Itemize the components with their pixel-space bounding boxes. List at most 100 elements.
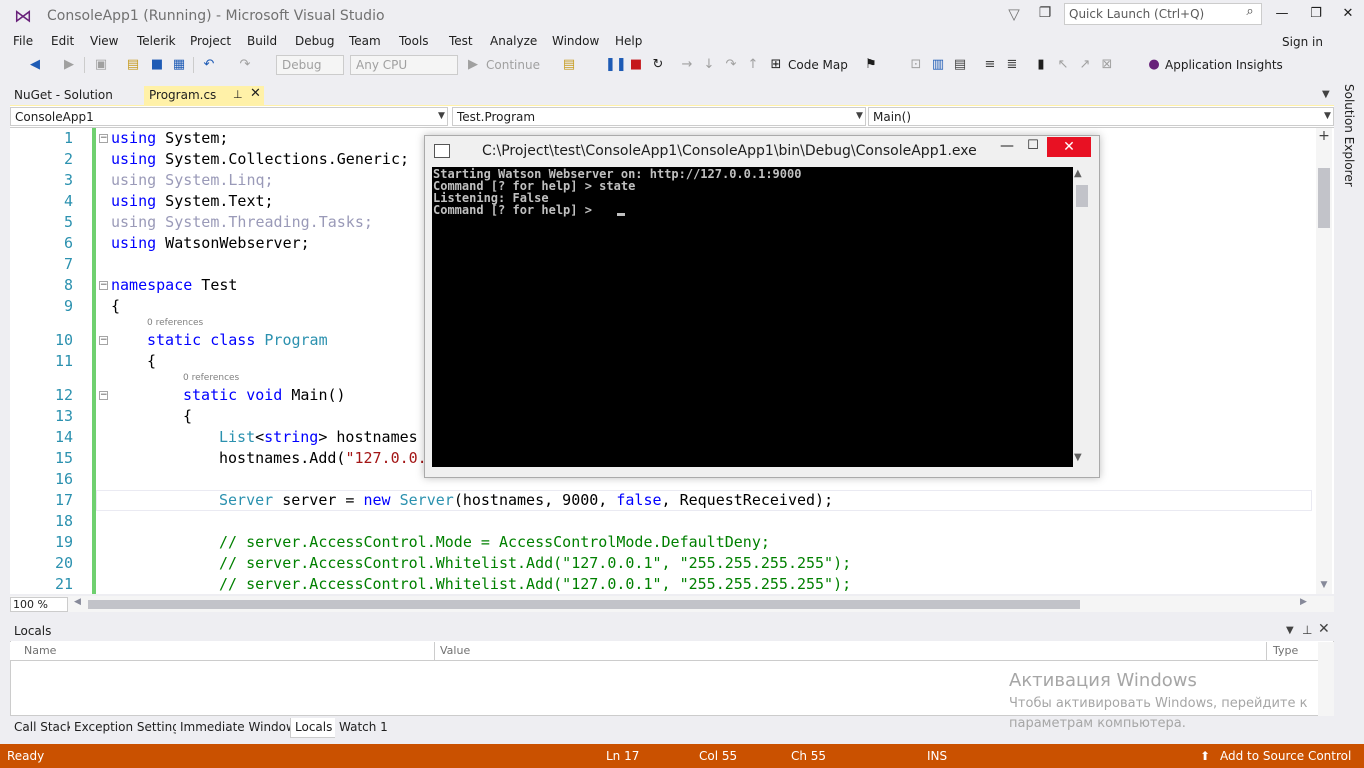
collapse-icon[interactable]: − — [99, 134, 108, 143]
scroll-down-icon[interactable]: ▼ — [1074, 452, 1082, 463]
continue-button[interactable]: Continue — [486, 58, 540, 72]
menu-tools[interactable]: Tools — [399, 34, 429, 48]
console-scrollbar-thumb[interactable] — [1076, 185, 1088, 207]
menu-team[interactable]: Team — [349, 34, 381, 48]
tab-locals[interactable]: Locals — [290, 718, 338, 738]
redo-icon[interactable]: ↷ — [236, 56, 254, 74]
codelens-references[interactable]: 0 references — [183, 373, 239, 383]
collapse-icon[interactable]: − — [99, 391, 108, 400]
solution-explorer-side-tab[interactable]: Solution Explorer — [1342, 84, 1356, 187]
column-header-name[interactable]: Name — [24, 644, 56, 657]
menu-project[interactable]: Project — [190, 34, 231, 48]
tab-call-stack[interactable]: Call Stack — [10, 718, 78, 738]
step-over-icon[interactable]: ↷ — [724, 56, 738, 74]
column-header-value[interactable]: Value — [440, 644, 470, 657]
member-dropdown[interactable]: Main() — [868, 107, 1334, 126]
collapse-icon[interactable]: − — [99, 281, 108, 290]
menu-view[interactable]: View — [90, 34, 118, 48]
continue-icon[interactable]: ▶ — [466, 56, 480, 74]
scroll-down-icon[interactable]: ▼ — [1316, 580, 1332, 594]
application-insights-icon[interactable]: ● — [1147, 56, 1161, 74]
menu-telerik[interactable]: Telerik — [137, 34, 176, 48]
column-divider[interactable] — [434, 642, 435, 661]
tab-program-cs[interactable]: Program.cs — [144, 86, 264, 106]
console-scrollbar[interactable] — [1073, 167, 1090, 467]
open-file-icon[interactable]: ▤ — [124, 56, 142, 74]
uncomment-lines-icon[interactable]: ≣ — [1004, 56, 1020, 74]
bookmark-icon[interactable]: ▮ — [1034, 56, 1048, 74]
menu-debug[interactable]: Debug — [295, 34, 334, 48]
close-icon[interactable]: ✕ — [1318, 621, 1330, 637]
menu-test[interactable]: Test — [449, 34, 473, 48]
upload-icon[interactable]: ⬆ — [1200, 749, 1210, 763]
show-next-statement-icon[interactable]: → — [680, 56, 694, 74]
scroll-left-icon[interactable]: ◀ — [74, 597, 81, 607]
menu-window[interactable]: Window — [552, 34, 599, 48]
search-icon[interactable]: ⌕ — [1242, 4, 1258, 20]
breakpoints-icon[interactable]: ⊡ — [908, 56, 924, 74]
next-bookmark-icon[interactable]: ↗ — [1078, 56, 1092, 74]
previous-bookmark-icon[interactable]: ↖ — [1056, 56, 1070, 74]
pin-icon[interactable]: ⊥ — [1302, 623, 1312, 637]
feedback-icon[interactable]: ❐ — [1036, 5, 1054, 23]
vertical-scrollbar-thumb[interactable] — [1318, 168, 1330, 228]
pin-tab-icon[interactable]: ⊥ — [233, 88, 243, 101]
menu-analyze[interactable]: Analyze — [490, 34, 537, 48]
solution-platform-dropdown[interactable]: Any CPU — [350, 55, 458, 75]
column-divider[interactable] — [1266, 642, 1267, 661]
tab-immediate-window[interactable]: Immediate Window — [176, 718, 300, 738]
scroll-up-icon[interactable]: ▲ — [1074, 168, 1082, 179]
close-button[interactable]: ✕ — [1334, 4, 1362, 24]
project-dropdown[interactable]: ConsoleApp1 — [10, 107, 448, 126]
minimize-button[interactable]: — — [1268, 4, 1296, 24]
quick-launch-input[interactable]: Quick Launch (Ctrl+Q) — [1064, 3, 1262, 25]
save-all-icon[interactable]: ▦ — [170, 56, 188, 74]
document-list-dropdown-icon[interactable]: ▼ — [1322, 89, 1330, 100]
tab-nuget-solution[interactable]: NuGet - Solution — [10, 86, 144, 106]
debug-target-icon[interactable]: ▤ — [560, 56, 578, 74]
console-close-button[interactable]: ✕ — [1047, 137, 1091, 157]
stop-debugging-icon[interactable]: ■ — [627, 56, 645, 74]
locals-scrollbar[interactable] — [1318, 642, 1334, 716]
tab-exception-settings[interactable]: Exception Settings — [70, 718, 191, 738]
scroll-right-icon[interactable]: ▶ — [1300, 597, 1307, 607]
menu-edit[interactable]: Edit — [51, 34, 74, 48]
console-maximize-button[interactable]: ☐ — [1022, 138, 1044, 153]
split-editor-icon[interactable]: + — [1316, 128, 1332, 146]
add-to-source-control-button[interactable]: Add to Source Control — [1220, 749, 1351, 763]
horizontal-scrollbar-thumb[interactable] — [88, 600, 1080, 609]
code-map-button[interactable]: Code Map — [788, 58, 848, 72]
toolbox-icon[interactable]: ▥ — [930, 56, 946, 74]
zoom-dropdown[interactable]: 100 % — [10, 597, 68, 612]
notifications-filter-icon[interactable]: ▽ — [1005, 5, 1023, 23]
solution-configuration-dropdown[interactable]: Debug — [276, 55, 344, 75]
codelens-references[interactable]: 0 references — [147, 318, 203, 328]
menu-help[interactable]: Help — [615, 34, 642, 48]
menu-build[interactable]: Build — [247, 34, 277, 48]
restart-icon[interactable]: ↻ — [649, 56, 667, 74]
step-out-icon[interactable]: ↑ — [746, 56, 760, 74]
forward-icon[interactable]: ▶ — [60, 56, 78, 74]
new-project-icon[interactable]: ▣ — [92, 56, 110, 74]
break-all-icon[interactable]: ❚❚ — [605, 56, 627, 74]
collapse-icon[interactable]: − — [99, 336, 108, 345]
chevron-down-icon[interactable]: ▼ — [1286, 625, 1294, 636]
chevron-down-icon[interactable]: ▼ — [438, 111, 445, 121]
exceptions-icon[interactable]: ⚑ — [862, 56, 880, 74]
comment-lines-icon[interactable]: ≡ — [982, 56, 998, 74]
restore-button[interactable]: ❐ — [1302, 4, 1330, 24]
column-header-type[interactable]: Type — [1273, 644, 1298, 657]
clear-bookmarks-icon[interactable]: ⊠ — [1100, 56, 1114, 74]
sign-in-link[interactable]: Sign in — [1282, 35, 1323, 49]
properties-icon[interactable]: ▤ — [952, 56, 968, 74]
back-icon[interactable]: ◀ — [26, 56, 44, 74]
step-into-icon[interactable]: ↓ — [702, 56, 716, 74]
chevron-down-icon[interactable]: ▼ — [1324, 111, 1331, 121]
code-map-icon[interactable]: ⊞ — [768, 56, 784, 74]
application-insights-button[interactable]: Application Insights — [1165, 58, 1283, 72]
console-minimize-button[interactable]: — — [996, 138, 1018, 154]
chevron-down-icon[interactable]: ▼ — [856, 111, 863, 121]
undo-icon[interactable]: ↶ — [200, 56, 218, 74]
tab-watch-1[interactable]: Watch 1 — [335, 718, 392, 738]
menu-file[interactable]: File — [13, 34, 33, 48]
